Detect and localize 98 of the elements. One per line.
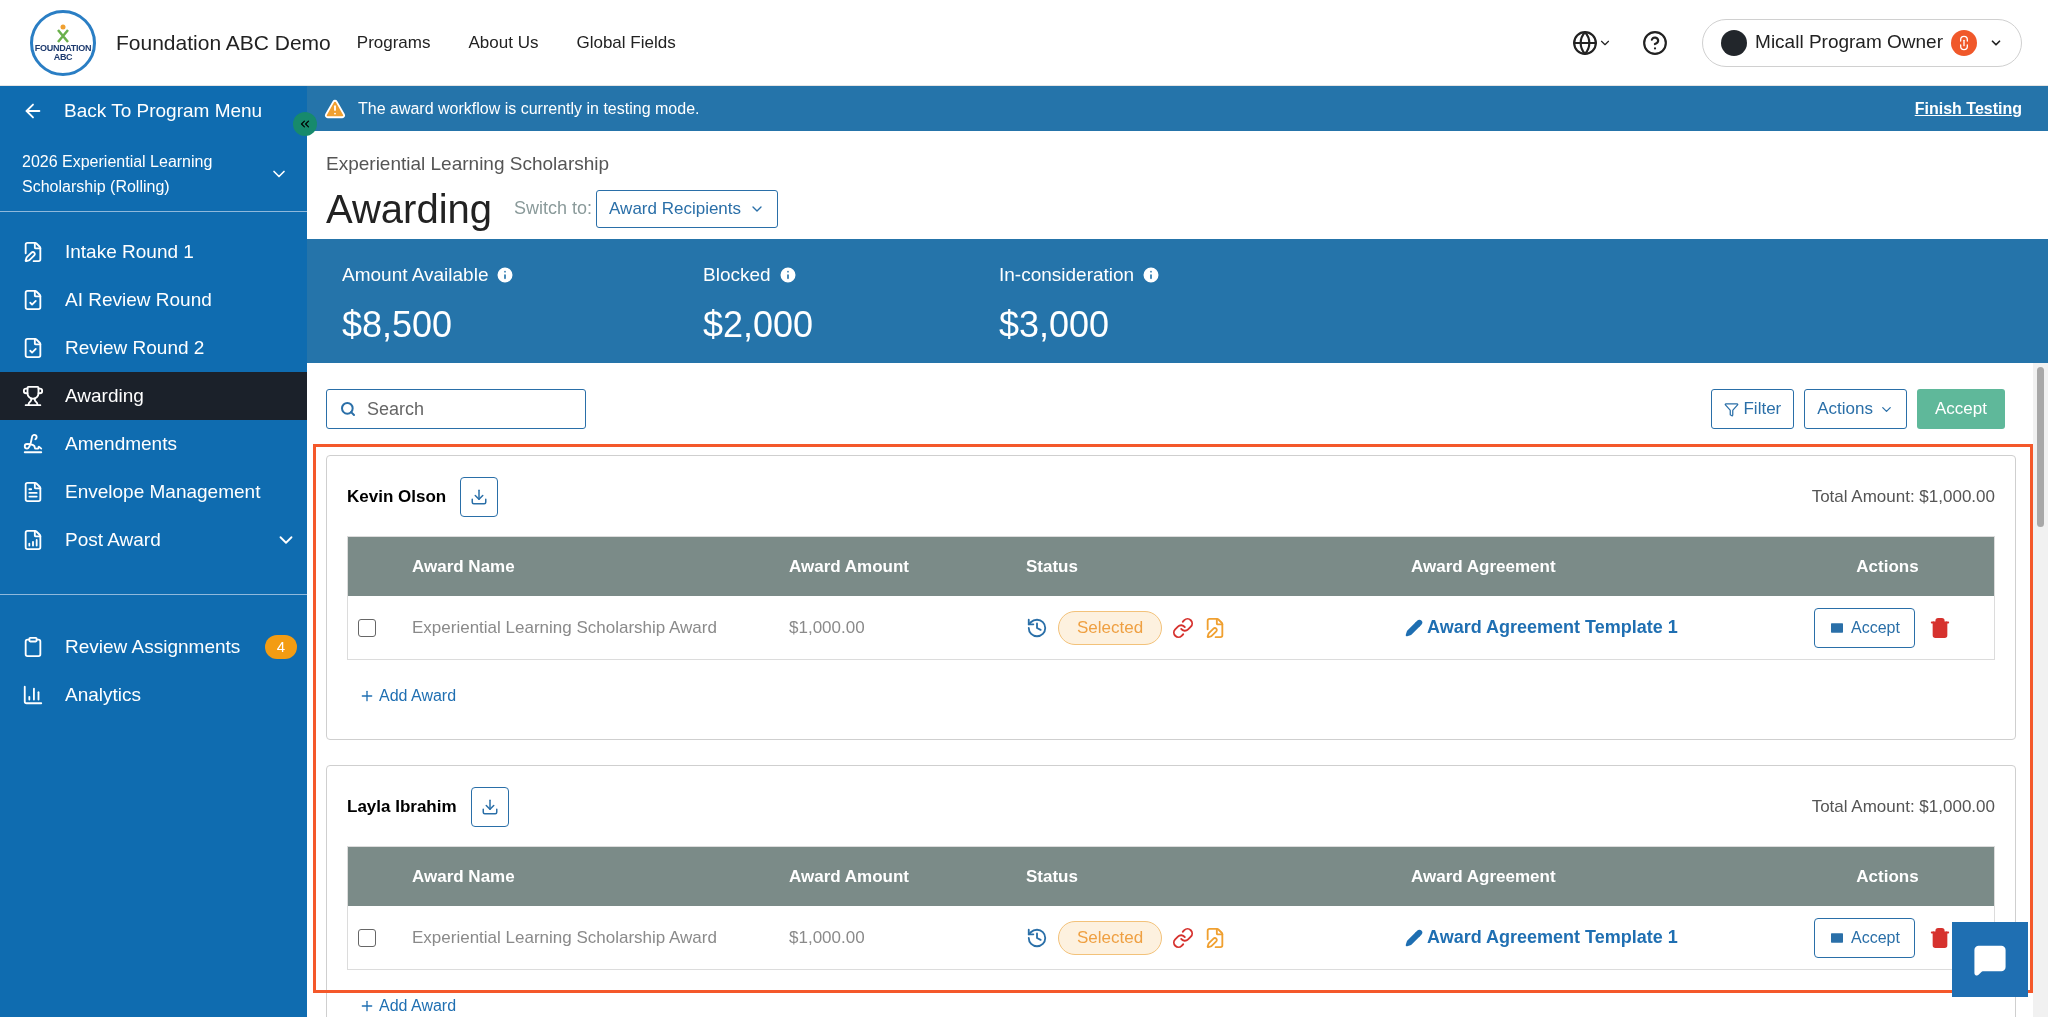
logo-text: ABC [53,52,73,62]
bar-chart-icon [22,684,44,706]
avatar [1721,29,1748,56]
column-header: Award Name [411,865,516,888]
sidebar-item[interactable]: Awarding [0,372,307,420]
sidebar-item[interactable]: Amendments [0,420,307,468]
sidebar-item[interactable]: Review Round 2 [0,324,307,372]
download-button[interactable] [460,477,499,517]
download-icon [480,798,499,816]
stat-label: Amount Available [342,263,489,287]
filter-button[interactable]: Filter [1711,389,1795,429]
add-award-link[interactable]: Add Award [359,994,457,1017]
download-icon [470,488,489,506]
trash-icon[interactable] [1928,926,1951,949]
add-award-link[interactable]: Add Award [359,684,457,708]
page-title: Awarding [326,185,493,233]
back-link[interactable]: Back To Program Menu [22,86,263,136]
info-icon [777,265,798,286]
column-header: Award Amount [789,555,910,578]
award-name: Experiential Learning Scholarship Award [411,926,718,949]
column-header: Actions [1855,555,1920,578]
stat-value: $2,000 [703,302,815,347]
column-header: Status [1026,555,1079,578]
nav-link[interactable]: About Us [468,29,539,56]
actions-button[interactable]: Actions [1804,389,1907,429]
breadcrumb: Experiential Learning Scholarship [326,152,611,176]
file-chart-icon [22,529,44,551]
link-icon [1172,616,1195,639]
signature-icon [22,433,44,455]
figure-logo-icon [54,23,72,44]
history-icon [1026,616,1048,639]
column-header: Actions [1855,865,1920,888]
accept-button[interactable]: Accept [1814,917,1915,958]
finish-testing-link[interactable]: Finish Testing [1914,96,2022,121]
award-amount: $1,000.00 [789,616,866,639]
link-icon [1172,926,1195,949]
award-amount: $1,000.00 [789,926,866,949]
file-check-icon [22,289,44,311]
status-pill: Selected [1058,920,1163,955]
status-pill: Selected [1058,610,1163,645]
stat-label: Blocked [703,263,771,287]
recipient-name: Kevin Olson [347,486,447,509]
row-checkbox[interactable] [358,928,376,947]
logo-text: FOUNDATION [34,43,92,53]
stat-label: In-consideration [999,263,1135,287]
award-name: Experiential Learning Scholarship Award [411,616,718,639]
sidebar-item[interactable]: Post Award [0,516,307,564]
nav-link[interactable]: Programs [356,29,431,56]
column-header: Award Agreement [1410,555,1557,578]
file-pen-icon [22,241,44,263]
link-badge-icon [1951,29,1977,56]
accept-button[interactable]: Accept [1814,607,1915,648]
info-icon [495,265,516,286]
trash-icon[interactable] [1928,616,1951,639]
chat-button[interactable] [1952,922,2028,997]
banner-message: The award workflow is currently in testing mode. [358,98,700,119]
column-header: Status [1026,865,1079,888]
trophy-icon [22,385,44,407]
info-icon [1141,265,1162,286]
download-button[interactable] [470,787,509,827]
globe-icon [1572,29,1599,56]
sidebar-item[interactable]: AI Review Round [0,276,307,324]
nav-link[interactable]: Global Fields [576,29,676,56]
history-icon [1026,926,1048,949]
plus-icon [359,688,375,704]
logo[interactable]: FOUNDATION ABC [30,9,96,76]
pencil-icon [1405,618,1423,637]
column-header: Award Name [411,555,516,578]
stat-value: $3,000 [999,302,1111,347]
switch-dropdown[interactable]: Award Recipients [596,189,779,228]
agreement-link[interactable]: Award Agreement Template 1 [1405,614,1781,641]
stat-value: $8,500 [342,302,454,347]
sidebar-item[interactable]: Review Assignments 4 [0,623,307,671]
clipboard-icon [22,636,44,658]
sidebar-item[interactable]: Intake Round 1 [0,228,307,276]
search-icon [340,401,356,417]
help-icon[interactable] [1642,29,1669,56]
search-field[interactable]: Search [326,389,586,429]
plus-icon [359,998,375,1014]
column-header: Award Amount [789,865,910,888]
file-check-icon [22,337,44,359]
filter-icon [1724,401,1740,417]
sidebar-item[interactable]: Envelope Management [0,468,307,516]
total-amount: Total Amount: $1,000.00 [1811,796,1995,819]
pencil-icon [1405,928,1423,947]
column-header: Award Agreement [1410,865,1557,888]
switch-label: Switch to: [514,197,593,220]
count-badge: 4 [264,635,297,659]
brand-name: Foundation ABC Demo [116,29,331,56]
warning-icon [324,97,346,120]
total-amount: Total Amount: $1,000.00 [1811,486,1995,509]
recipient-name: Layla Ibrahim [347,796,457,819]
double-chevron-left-icon [298,117,312,131]
agreement-link[interactable]: Award Agreement Template 1 [1405,924,1781,951]
document-icon [22,481,44,503]
program-name: 2026 Experiential Learning Scholarship (Rolling) [22,151,214,197]
sidebar-item[interactable]: Analytics [0,671,307,719]
row-checkbox[interactable] [358,618,376,637]
